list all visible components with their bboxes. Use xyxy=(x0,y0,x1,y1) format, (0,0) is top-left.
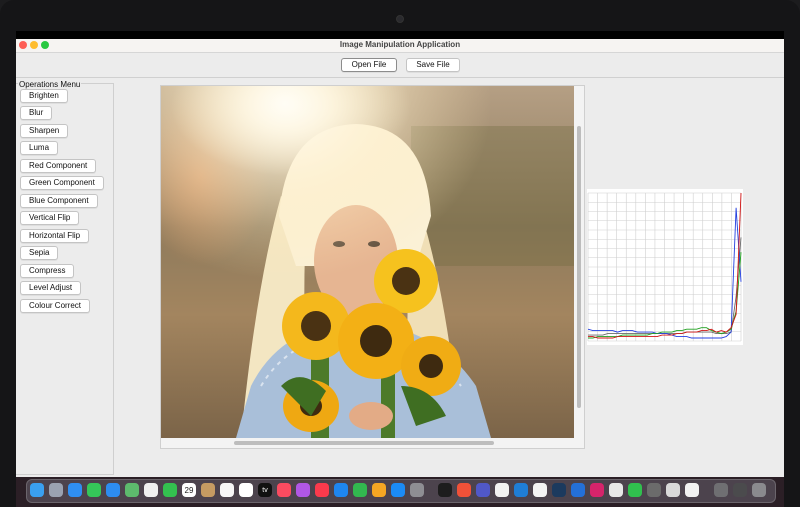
system-preferences-icon[interactable] xyxy=(410,483,424,497)
facetime-icon[interactable] xyxy=(163,483,177,497)
sharpen-button[interactable]: Sharpen xyxy=(20,124,69,138)
horizontal-flip-button[interactable]: Horizontal Flip xyxy=(20,229,90,243)
vertical-scrollbar[interactable] xyxy=(577,126,581,408)
teams-icon[interactable] xyxy=(476,483,490,497)
swift-icon[interactable] xyxy=(457,483,471,497)
whatsapp-icon[interactable] xyxy=(628,483,642,497)
camera xyxy=(396,15,404,23)
blur-button[interactable]: Blur xyxy=(20,106,53,120)
podcasts-icon[interactable] xyxy=(296,483,310,497)
numbers-icon[interactable] xyxy=(353,483,367,497)
maps-icon[interactable] xyxy=(125,483,139,497)
open-file-button[interactable]: Open File xyxy=(341,58,397,72)
app-store-icon[interactable] xyxy=(391,483,405,497)
dock: 29 tv xyxy=(26,479,776,503)
utility-icon[interactable] xyxy=(647,483,661,497)
luma-button[interactable]: Luma xyxy=(20,141,59,155)
title-bar: Image Manipulation Application xyxy=(16,39,784,53)
compress-button[interactable]: Compress xyxy=(20,264,75,278)
blue-component-button[interactable]: Blue Component xyxy=(20,194,98,208)
operations-panel: Operations Menu Brighten Blur Sharpen Lu… xyxy=(16,80,114,475)
vscode-icon[interactable] xyxy=(514,483,528,497)
chrome-icon[interactable] xyxy=(495,483,509,497)
color-histogram xyxy=(587,189,743,345)
mail-icon[interactable] xyxy=(106,483,120,497)
intellij-icon[interactable] xyxy=(590,483,604,497)
archive-icon[interactable] xyxy=(733,483,747,497)
trash-icon[interactable] xyxy=(752,483,766,497)
save-file-button[interactable]: Save File xyxy=(406,58,460,72)
jar-launcher-icon[interactable] xyxy=(609,483,623,497)
screen: Image Manipulation Application Open File… xyxy=(16,31,784,507)
preview-icon[interactable] xyxy=(666,483,680,497)
window-title: Image Manipulation Application xyxy=(339,40,461,49)
launchpad-icon[interactable] xyxy=(49,483,63,497)
colour-correct-button[interactable]: Colour Correct xyxy=(20,299,91,313)
keynote-icon[interactable] xyxy=(334,483,348,497)
notes-app-icon[interactable] xyxy=(239,483,253,497)
pages-icon[interactable] xyxy=(372,483,386,497)
sunflower-portrait-photo xyxy=(161,86,574,438)
notes-icon[interactable] xyxy=(201,483,215,497)
documents-icon[interactable] xyxy=(714,483,728,497)
menu-bar xyxy=(16,31,784,39)
finder-icon[interactable] xyxy=(30,483,44,497)
histogram-plot xyxy=(587,189,743,345)
operations-title: Operations Menu xyxy=(18,80,82,89)
safari-icon[interactable] xyxy=(68,483,82,497)
red-component-button[interactable]: Red Component xyxy=(20,159,97,173)
photo-illustration xyxy=(161,86,574,438)
calendar-icon[interactable]: 29 xyxy=(182,483,196,497)
file-toolbar: Open File Save File xyxy=(16,53,784,78)
tv-icon[interactable]: tv xyxy=(258,483,272,497)
music-icon[interactable] xyxy=(277,483,291,497)
photos-icon[interactable] xyxy=(144,483,158,497)
java-icon[interactable] xyxy=(685,483,699,497)
webstorm-icon[interactable] xyxy=(571,483,585,497)
level-adjust-button[interactable]: Level Adjust xyxy=(20,281,82,295)
pycharm-icon[interactable] xyxy=(552,483,566,497)
image-view[interactable] xyxy=(160,85,585,449)
brighten-button[interactable]: Brighten xyxy=(20,89,68,103)
vertical-flip-button[interactable]: Vertical Flip xyxy=(20,211,80,225)
reminders-icon[interactable] xyxy=(220,483,234,497)
messages-icon[interactable] xyxy=(87,483,101,497)
sepia-button[interactable]: Sepia xyxy=(20,246,59,260)
terminal-icon[interactable] xyxy=(438,483,452,497)
horizontal-scrollbar[interactable] xyxy=(234,441,494,445)
app-window: Image Manipulation Application Open File… xyxy=(16,39,784,477)
mongodb-icon[interactable] xyxy=(533,483,547,497)
green-component-button[interactable]: Green Component xyxy=(20,176,104,190)
news-icon[interactable] xyxy=(315,483,329,497)
